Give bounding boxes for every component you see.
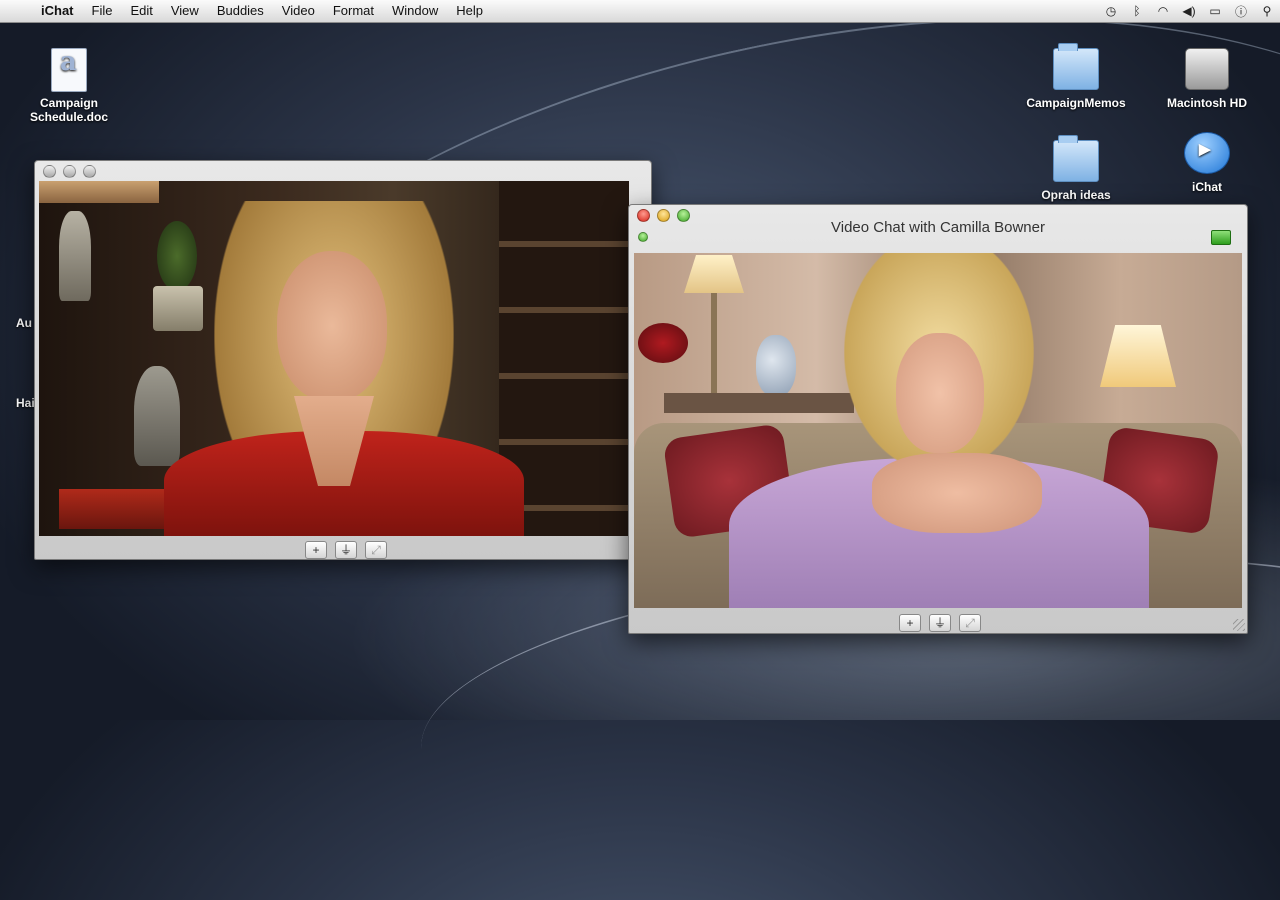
volume-icon[interactable]: ◀) xyxy=(1176,4,1202,18)
window-title: Video Chat with Camilla Bowner xyxy=(831,219,1045,236)
desktop-icon-ichat[interactable]: iChat xyxy=(1152,132,1262,194)
video-camera-icon[interactable] xyxy=(1211,230,1231,245)
person-face xyxy=(277,251,387,401)
mute-button[interactable]: ⏚ xyxy=(335,541,357,559)
desktop-icon-label: Macintosh HD xyxy=(1166,96,1247,110)
menu-format[interactable]: Format xyxy=(324,0,383,22)
bust xyxy=(134,366,180,466)
menu-buddies[interactable]: Buddies xyxy=(208,0,273,22)
fullscreen-button[interactable]: ⤢ xyxy=(959,614,981,632)
battery-icon[interactable]: ▭ xyxy=(1202,4,1228,18)
desktop-partial-label[interactable]: Au xyxy=(16,316,32,330)
add-participant-button[interactable]: + xyxy=(305,541,327,559)
menu-edit[interactable]: Edit xyxy=(121,0,161,22)
ichat-icon xyxy=(1184,132,1230,174)
menu-window[interactable]: Window xyxy=(383,0,447,22)
lamp-stand xyxy=(711,293,717,393)
lamp-shade xyxy=(39,181,159,203)
menu-help[interactable]: Help xyxy=(447,0,492,22)
minimize-button[interactable] xyxy=(63,164,76,178)
lamp-shade xyxy=(684,255,744,293)
bluetooth-icon[interactable]: ᛒ xyxy=(1124,4,1150,18)
fullscreen-button[interactable]: ⤢ xyxy=(365,541,387,559)
flowers xyxy=(638,323,688,363)
video-toolbar: + ⏚ ⤢ xyxy=(899,614,981,632)
plant xyxy=(157,221,197,291)
person-hands xyxy=(872,453,1042,533)
word-document-icon xyxy=(51,48,87,92)
desktop-icon-label: CampaignMemos xyxy=(1026,96,1126,110)
menu-file[interactable]: File xyxy=(83,0,122,22)
vase xyxy=(756,335,796,397)
desktop-icon-oprah-ideas[interactable]: Oprah ideas xyxy=(1021,135,1131,202)
desktop-partial-label[interactable]: Hai xyxy=(16,396,35,410)
add-participant-button[interactable]: + xyxy=(899,614,921,632)
video-toolbar: + ⏚ ⤢ xyxy=(305,541,387,559)
video-feed-local xyxy=(39,181,629,536)
person-face xyxy=(896,333,984,453)
menu-video[interactable]: Video xyxy=(273,0,324,22)
menu-ichat[interactable]: iChat xyxy=(32,0,83,22)
pot xyxy=(153,286,203,331)
user-icon[interactable]: ⓘ xyxy=(1228,3,1254,20)
video-chat-window-remote[interactable]: Video Chat with Camilla Bowner + ⏚ ⤢ xyxy=(628,204,1248,634)
close-button[interactable] xyxy=(43,164,56,178)
hard-drive-icon xyxy=(1185,48,1229,90)
spotlight-icon[interactable]: ⚲ xyxy=(1254,4,1280,18)
desktop-icon-label: Campaign Schedule.doc xyxy=(29,96,109,124)
desktop-icon-label: Oprah ideas xyxy=(1041,188,1111,202)
folder-icon xyxy=(1053,135,1099,182)
menu-bar: iChat File Edit View Buddies Video Forma… xyxy=(0,0,1280,23)
status-menus: ◷ ᛒ ◠ ◀) ▭ ⓘ ⚲ xyxy=(1098,0,1280,22)
side-table xyxy=(664,393,854,413)
resize-grip-icon[interactable] xyxy=(1233,619,1245,631)
wifi-icon[interactable]: ◠ xyxy=(1150,4,1176,18)
statue xyxy=(59,211,91,301)
folder-icon xyxy=(1053,43,1099,90)
window-titlebar[interactable] xyxy=(35,161,651,181)
video-chat-window-local[interactable]: + ⏚ ⤢ xyxy=(34,160,652,560)
desktop-icon-label: iChat xyxy=(1192,180,1222,194)
video-feed-remote xyxy=(634,253,1242,608)
desktop-icon-macintosh-hd[interactable]: Macintosh HD xyxy=(1152,48,1262,110)
mute-button[interactable]: ⏚ xyxy=(929,614,951,632)
desktop-icon-campaign-memos[interactable]: CampaignMemos xyxy=(1021,43,1131,110)
menu-view[interactable]: View xyxy=(162,0,208,22)
lamp-shade xyxy=(1100,325,1176,387)
books xyxy=(59,489,169,529)
time-machine-icon[interactable]: ◷ xyxy=(1098,4,1124,18)
zoom-button[interactable] xyxy=(83,164,96,178)
desktop-icon-campaign-schedule[interactable]: Campaign Schedule.doc xyxy=(14,48,124,124)
